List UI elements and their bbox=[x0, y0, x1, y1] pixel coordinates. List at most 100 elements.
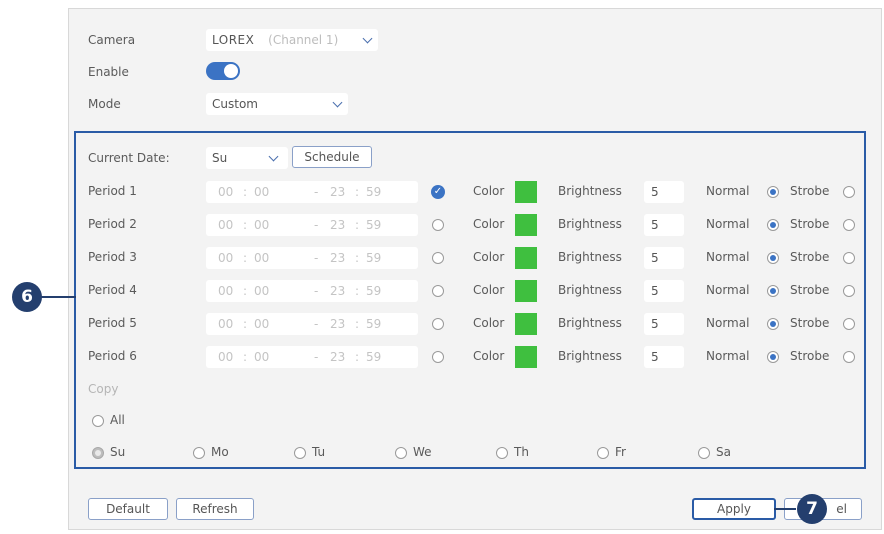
brightness-input[interactable]: 5 bbox=[644, 247, 684, 269]
start-minute: 00 bbox=[254, 251, 270, 265]
copy-day-radio[interactable] bbox=[597, 447, 609, 459]
strobe-radio[interactable] bbox=[843, 318, 855, 330]
schedule-button[interactable]: Schedule bbox=[292, 146, 372, 168]
normal-label: Normal bbox=[706, 283, 750, 297]
color-swatch[interactable] bbox=[515, 247, 537, 269]
strobe-label: Strobe bbox=[790, 349, 830, 363]
start-sep: : bbox=[243, 350, 248, 364]
start-hour: 00 bbox=[218, 251, 234, 265]
end-hour: 23 bbox=[330, 251, 346, 265]
enable-label: Enable bbox=[88, 65, 129, 79]
normal-radio[interactable] bbox=[767, 318, 779, 330]
copy-day-radio[interactable] bbox=[395, 447, 407, 459]
normal-radio[interactable] bbox=[767, 186, 779, 198]
end-sep: : bbox=[355, 251, 360, 265]
default-button[interactable]: Default bbox=[88, 498, 168, 520]
start-minute: 00 bbox=[254, 284, 270, 298]
current-date-select[interactable]: Su bbox=[206, 147, 288, 169]
range-sep: - bbox=[314, 350, 319, 364]
period-label: Period 5 bbox=[88, 316, 137, 330]
brightness-input[interactable]: 5 bbox=[644, 181, 684, 203]
end-minute: 59 bbox=[366, 284, 382, 298]
period-select-radio[interactable] bbox=[432, 252, 444, 264]
period-time-range[interactable]: 00 : 00 - 23 : 59 bbox=[206, 181, 418, 203]
normal-label: Normal bbox=[706, 316, 750, 330]
strobe-radio[interactable] bbox=[843, 285, 855, 297]
range-sep: - bbox=[314, 185, 319, 199]
normal-radio[interactable] bbox=[767, 252, 779, 264]
period-select-radio[interactable] bbox=[432, 351, 444, 363]
period-time-range[interactable]: 00 : 00 - 23 : 59 bbox=[206, 346, 418, 368]
color-swatch[interactable] bbox=[515, 214, 537, 236]
normal-label: Normal bbox=[706, 250, 750, 264]
enable-toggle[interactable] bbox=[206, 62, 240, 80]
copy-day-radio[interactable] bbox=[698, 447, 710, 459]
end-sep: : bbox=[355, 317, 360, 331]
color-swatch[interactable] bbox=[515, 181, 537, 203]
mode-select[interactable]: Custom bbox=[206, 93, 348, 115]
end-minute: 59 bbox=[366, 350, 382, 364]
range-sep: - bbox=[314, 218, 319, 232]
end-minute: 59 bbox=[366, 317, 382, 331]
normal-radio[interactable] bbox=[767, 351, 779, 363]
copy-day-label: Tu bbox=[312, 445, 326, 459]
start-hour: 00 bbox=[218, 185, 234, 199]
camera-label: Camera bbox=[88, 33, 136, 47]
brightness-input[interactable]: 5 bbox=[644, 214, 684, 236]
range-sep: - bbox=[314, 284, 319, 298]
period-select-radio[interactable] bbox=[432, 285, 444, 297]
copy-day-radio[interactable] bbox=[193, 447, 205, 459]
start-minute: 00 bbox=[254, 317, 270, 331]
period-time-range[interactable]: 00 : 00 - 23 : 59 bbox=[206, 313, 418, 335]
color-swatch[interactable] bbox=[515, 313, 537, 335]
color-label: Color bbox=[473, 184, 505, 198]
brightness-label: Brightness bbox=[558, 316, 622, 330]
strobe-radio[interactable] bbox=[843, 219, 855, 231]
normal-radio[interactable] bbox=[767, 285, 779, 297]
strobe-label: Strobe bbox=[790, 184, 830, 198]
start-sep: : bbox=[243, 317, 248, 331]
brightness-input[interactable]: 5 bbox=[644, 280, 684, 302]
brightness-input[interactable]: 5 bbox=[644, 313, 684, 335]
end-minute: 59 bbox=[366, 218, 382, 232]
callout-7-badge: 7 bbox=[797, 494, 827, 524]
color-label: Color bbox=[473, 250, 505, 264]
color-label: Color bbox=[473, 283, 505, 297]
period-time-range[interactable]: 00 : 00 - 23 : 59 bbox=[206, 247, 418, 269]
end-sep: : bbox=[355, 185, 360, 199]
end-sep: : bbox=[355, 350, 360, 364]
period-time-range[interactable]: 00 : 00 - 23 : 59 bbox=[206, 214, 418, 236]
strobe-radio[interactable] bbox=[843, 252, 855, 264]
color-swatch[interactable] bbox=[515, 346, 537, 368]
strobe-radio[interactable] bbox=[843, 186, 855, 198]
end-hour: 23 bbox=[330, 350, 346, 364]
strobe-radio[interactable] bbox=[843, 351, 855, 363]
color-swatch[interactable] bbox=[515, 280, 537, 302]
period-label: Period 1 bbox=[88, 184, 137, 198]
strobe-label: Strobe bbox=[790, 316, 830, 330]
cancel-label: el bbox=[836, 502, 847, 516]
copy-day-label: We bbox=[413, 445, 432, 459]
end-minute: 59 bbox=[366, 251, 382, 265]
period-select-radio[interactable] bbox=[432, 318, 444, 330]
end-hour: 23 bbox=[330, 317, 346, 331]
copy-day-label: Fr bbox=[615, 445, 626, 459]
period-time-range[interactable]: 00 : 00 - 23 : 59 bbox=[206, 280, 418, 302]
copy-all-radio[interactable] bbox=[92, 415, 104, 427]
brightness-label: Brightness bbox=[558, 217, 622, 231]
start-hour: 00 bbox=[218, 317, 234, 331]
brightness-input[interactable]: 5 bbox=[644, 346, 684, 368]
strobe-label: Strobe bbox=[790, 250, 830, 264]
period-select-radio[interactable] bbox=[432, 219, 444, 231]
camera-select[interactable]: LOREX (Channel 1) bbox=[206, 29, 378, 51]
normal-radio[interactable] bbox=[767, 219, 779, 231]
strobe-label: Strobe bbox=[790, 283, 830, 297]
range-sep: - bbox=[314, 251, 319, 265]
apply-button[interactable]: Apply bbox=[692, 498, 776, 520]
toggle-knob bbox=[224, 64, 238, 78]
start-hour: 00 bbox=[218, 218, 234, 232]
refresh-button[interactable]: Refresh bbox=[176, 498, 254, 520]
copy-day-radio[interactable] bbox=[294, 447, 306, 459]
copy-day-radio[interactable] bbox=[496, 447, 508, 459]
period-selected-check-icon[interactable]: ✓ bbox=[431, 185, 445, 199]
